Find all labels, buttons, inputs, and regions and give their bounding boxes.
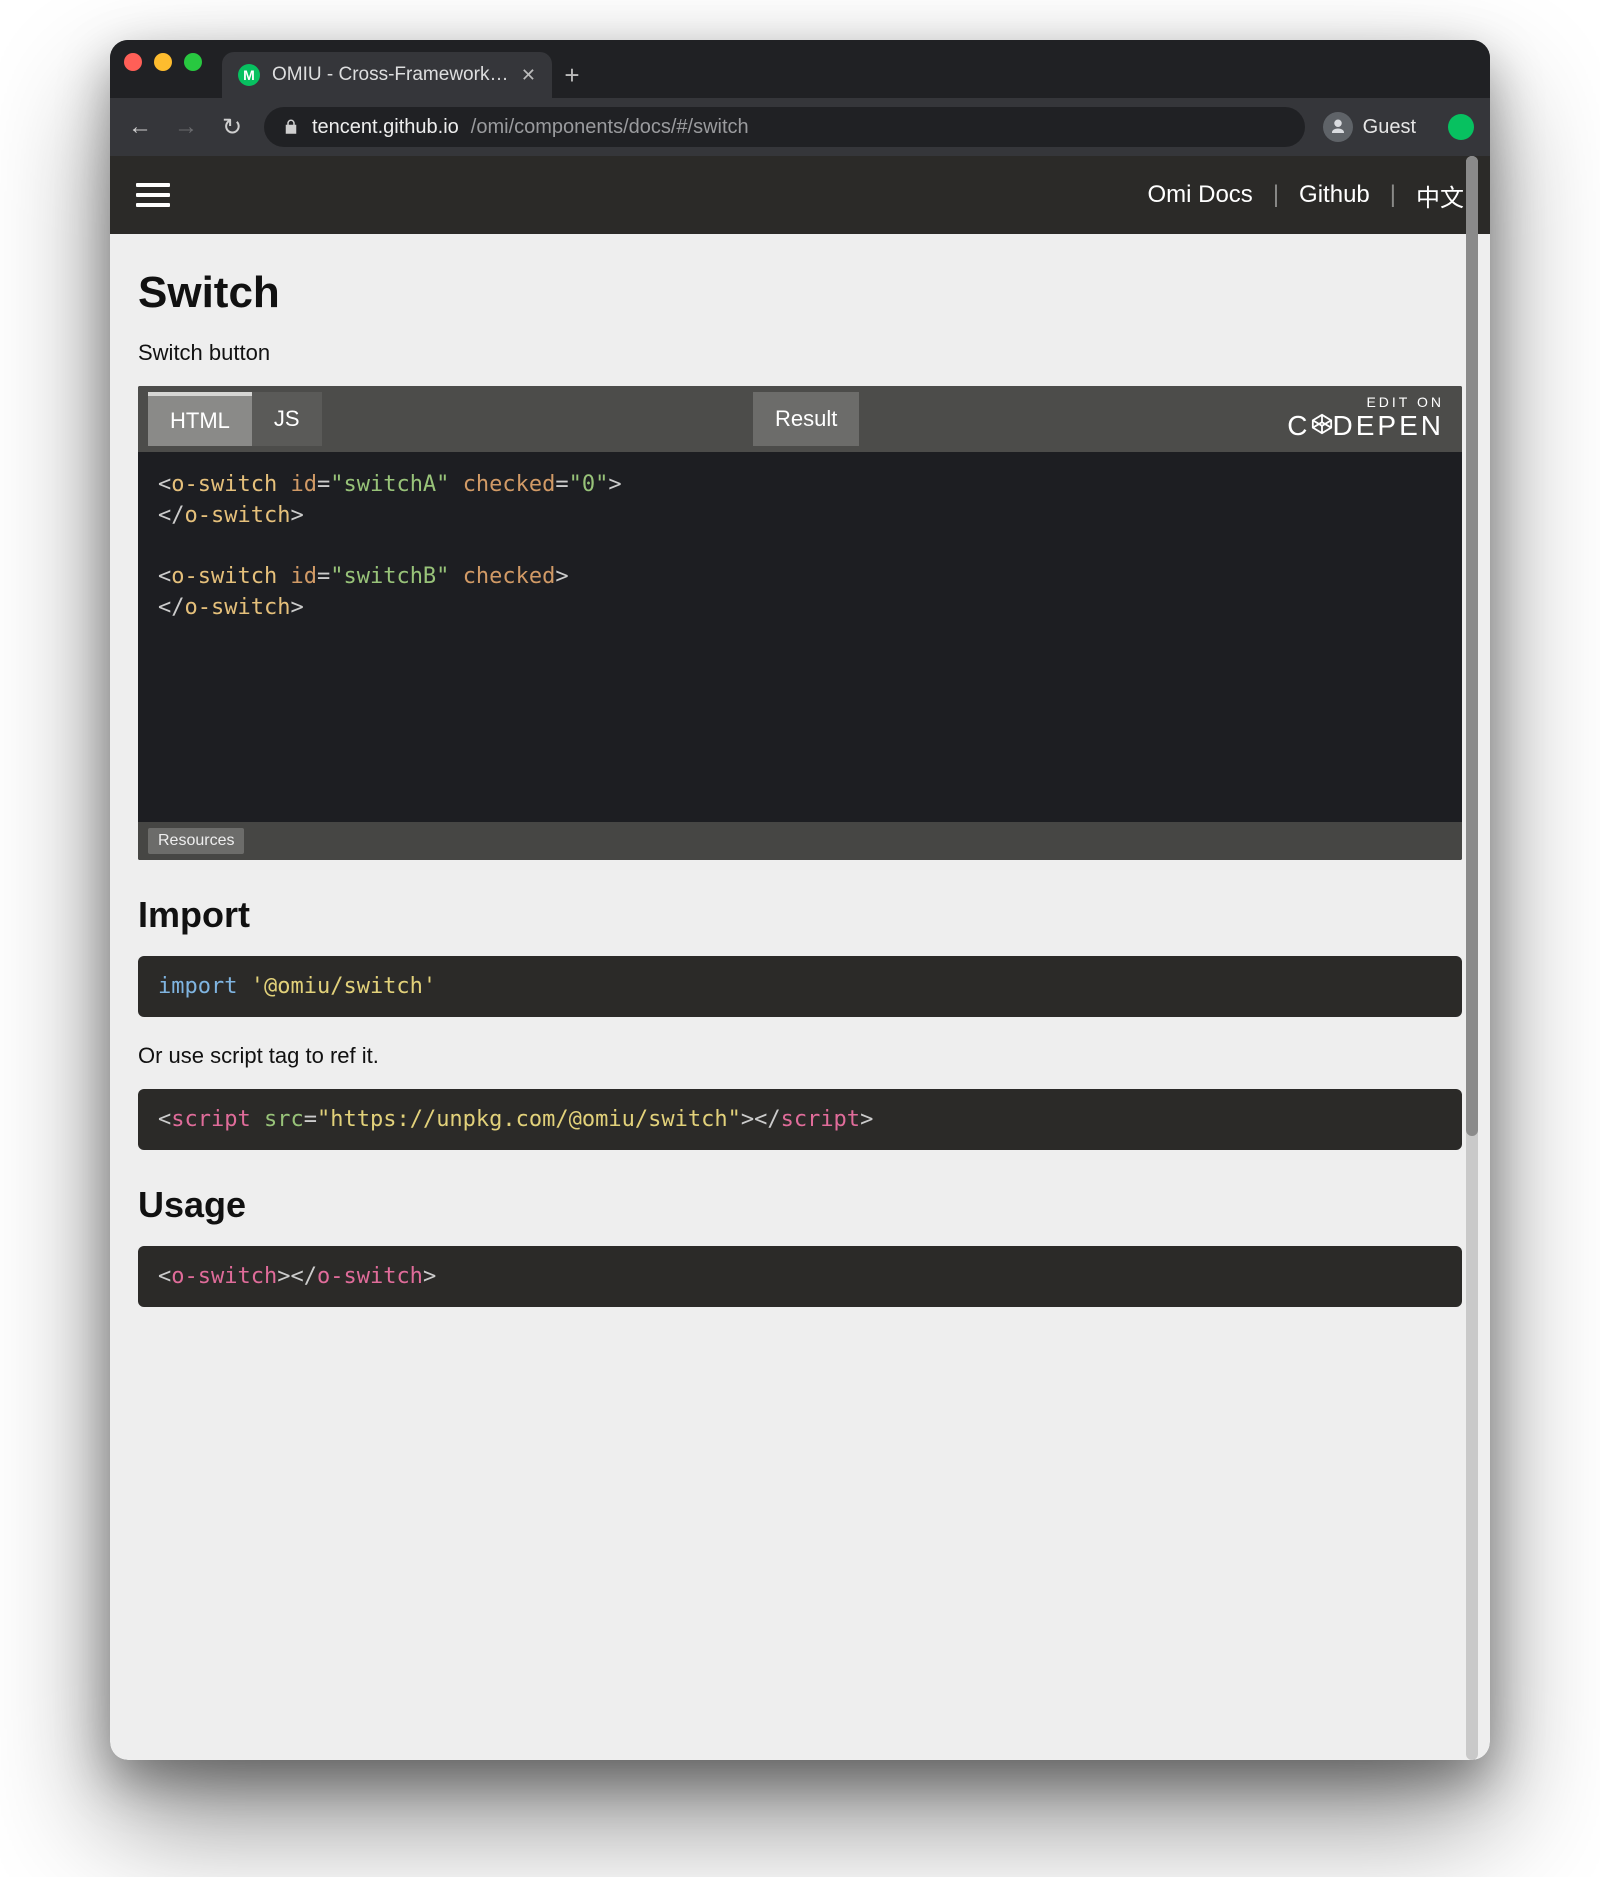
reload-button[interactable]: ↻: [218, 113, 246, 141]
nav-sep: |: [1390, 181, 1396, 209]
nav-github[interactable]: Github: [1299, 181, 1370, 209]
forward-button[interactable]: →: [172, 113, 200, 141]
heading-usage: Usage: [138, 1184, 1462, 1226]
code-import: import '@omiu/switch': [138, 956, 1462, 1017]
titlebar: M OMIU - Cross-Frameworks UI F ✕ +: [110, 40, 1490, 98]
maximize-window-button[interactable]: [184, 53, 202, 71]
codepen-tab-html[interactable]: HTML: [148, 392, 252, 446]
browser-toolbar: ← → ↻ tencent.github.io/omi/components/d…: [110, 98, 1490, 156]
codepen-edit-link[interactable]: EDIT ON CDEPEN: [1287, 394, 1444, 442]
or-text: Or use script tag to ref it.: [138, 1043, 1462, 1069]
codepen-embed: HTML JS Result EDIT ON CDEPEN <o-switch …: [138, 386, 1462, 860]
address-bar[interactable]: tencent.github.io/omi/components/docs/#/…: [264, 107, 1305, 147]
page-viewport: Omi Docs | Github | 中文 Switch Switch but…: [110, 156, 1490, 1760]
codepen-tab-result[interactable]: Result: [753, 392, 859, 446]
url-domain: tencent.github.io: [312, 116, 459, 139]
back-button[interactable]: ←: [126, 113, 154, 141]
codepen-footer: Resources: [138, 822, 1462, 860]
tab-close-icon[interactable]: ✕: [521, 65, 536, 86]
new-tab-button[interactable]: +: [552, 52, 592, 98]
scrollbar-thumb[interactable]: [1466, 156, 1478, 1136]
page-subtitle: Switch button: [138, 340, 1462, 366]
nav-docs[interactable]: Omi Docs: [1147, 181, 1252, 209]
tab-title: OMIU - Cross-Frameworks UI F: [272, 64, 509, 86]
codepen-tab-js[interactable]: JS: [252, 392, 322, 446]
heading-import: Import: [138, 894, 1462, 936]
minimize-window-button[interactable]: [154, 53, 172, 71]
app-header: Omi Docs | Github | 中文: [110, 156, 1490, 234]
lock-icon: [282, 118, 300, 136]
extension-icon[interactable]: [1448, 114, 1474, 140]
url-path: /omi/components/docs/#/switch: [471, 116, 749, 139]
close-window-button[interactable]: [124, 53, 142, 71]
traffic-lights: [124, 40, 202, 98]
nav-lang[interactable]: 中文: [1416, 178, 1464, 213]
codepen-code: <o-switch id="switchA" checked="0"> </o-…: [138, 452, 1462, 822]
browser-tab[interactable]: M OMIU - Cross-Frameworks UI F ✕: [222, 52, 552, 98]
avatar-icon: [1323, 112, 1353, 142]
menu-icon[interactable]: [136, 183, 170, 207]
tab-favicon: M: [238, 64, 260, 86]
nav-sep: |: [1273, 181, 1279, 209]
code-script-tag: <script src="https://unpkg.com/@omiu/swi…: [138, 1089, 1462, 1150]
scrollbar[interactable]: [1466, 156, 1478, 1760]
codepen-toolbar: HTML JS Result EDIT ON CDEPEN: [138, 386, 1462, 452]
codepen-edit-on-label: EDIT ON: [1287, 394, 1444, 410]
browser-window: M OMIU - Cross-Frameworks UI F ✕ + ← → ↻…: [110, 40, 1490, 1760]
codepen-resources-button[interactable]: Resources: [148, 828, 244, 854]
header-nav: Omi Docs | Github | 中文: [1147, 178, 1464, 213]
profile-chip[interactable]: Guest: [1323, 112, 1416, 142]
profile-label: Guest: [1363, 116, 1416, 139]
page-title: Switch: [138, 268, 1462, 318]
codepen-logo: CDEPEN: [1287, 410, 1444, 442]
code-usage: <o-switch></o-switch>: [138, 1246, 1462, 1307]
